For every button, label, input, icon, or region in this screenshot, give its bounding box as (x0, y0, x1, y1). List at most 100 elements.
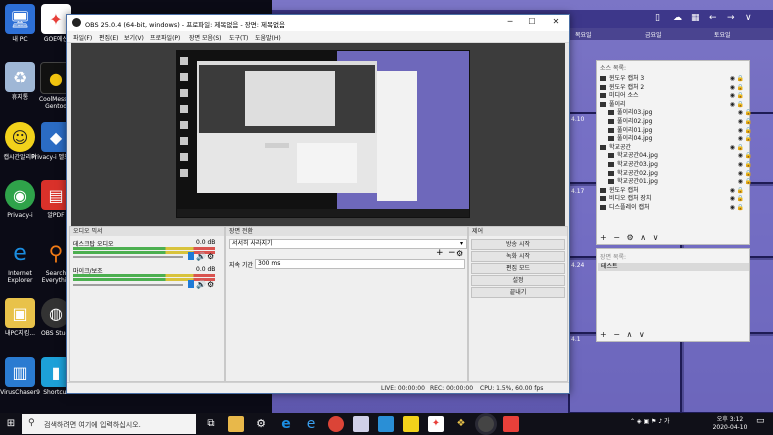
eye-icon[interactable]: ◉ (730, 187, 735, 196)
desktop-audio-fader-handle[interactable] (188, 252, 194, 260)
sticky-notes-icon[interactable] (403, 416, 419, 432)
tray-icons[interactable]: ⌃ ◈ ▣ ⚑ ♪ 가 (630, 416, 670, 425)
menu-help[interactable]: 도움말(H) (255, 33, 281, 42)
mic-audio-slider[interactable] (73, 284, 183, 286)
mic-audio-fader-handle[interactable] (188, 280, 194, 288)
lock-icon[interactable]: 🔒 (745, 118, 752, 127)
back-arrow-icon[interactable]: ← (709, 13, 717, 23)
lock-icon[interactable]: 🔒 (745, 178, 752, 187)
source-item[interactable]: 학교공간03.jpg ◉ 🔒 (600, 161, 754, 170)
obs-titlebar[interactable]: OBS 25.0.4 (64-bit, windows) - 프로파일: 제목없… (67, 15, 569, 31)
lock-icon[interactable]: 🔒 (737, 75, 744, 84)
eye-icon[interactable]: ◉ (738, 178, 743, 187)
speaker-icon[interactable]: 🔊 (196, 252, 206, 261)
lock-icon[interactable]: 🔒 (737, 144, 744, 153)
taskbar-search[interactable]: ⚲ 검색하려면 여기에 입력하십시오. (22, 414, 196, 434)
app2-icon[interactable]: ❖ (453, 416, 469, 432)
start-recording-button[interactable]: 녹화 시작 (471, 251, 565, 262)
lock-icon[interactable]: 🔒 (737, 92, 744, 101)
obs-icon[interactable] (478, 416, 494, 432)
menu-profile[interactable]: 프로파일(P) (150, 33, 180, 42)
forward-arrow-icon[interactable]: → (727, 13, 735, 23)
eye-icon[interactable]: ◉ (738, 118, 743, 127)
phone-icon[interactable]: ▯ (655, 13, 660, 23)
lock-icon[interactable]: 🔒 (737, 101, 744, 110)
calendar-icon[interactable]: ▦ (691, 13, 700, 23)
gear-icon[interactable]: ⚙ (207, 280, 214, 289)
windows-start-icon[interactable]: ⊞ (0, 413, 22, 435)
source-item[interactable]: 학교공간04.jpg ◉ 🔒 (600, 152, 754, 161)
remove-transition-button[interactable]: − (448, 248, 456, 258)
menu-scene-collection[interactable]: 장면 모음(S) (189, 33, 221, 42)
eye-icon[interactable]: ◉ (730, 92, 735, 101)
source-item[interactable]: 디스플레이 캡처 ◉ 🔒 (600, 204, 746, 213)
gear-icon[interactable]: ⚙ (456, 249, 463, 258)
start-streaming-button[interactable]: 방송 시작 (471, 239, 565, 250)
source-item[interactable]: 풀이리04.jpg ◉ 🔒 (600, 135, 754, 144)
lock-icon[interactable]: 🔒 (745, 152, 752, 161)
source-item[interactable]: 풀이리01.jpg ◉ 🔒 (600, 127, 754, 136)
lock-icon[interactable]: 🔒 (745, 135, 752, 144)
settings-icon[interactable]: ⚙ (253, 416, 269, 432)
cloud-icon[interactable]: ☁ (673, 13, 682, 23)
menu-tools[interactable]: 도구(T) (229, 33, 248, 42)
app-icon[interactable] (378, 416, 394, 432)
speaker-icon[interactable]: 🔊 (196, 280, 206, 289)
eye-icon[interactable]: ◉ (738, 152, 743, 161)
source-item[interactable]: 윈도우 캡처 2 ◉ 🔒 (600, 84, 746, 93)
exit-button[interactable]: 끝내기 (471, 287, 565, 298)
menu-file[interactable]: 파일(F) (73, 33, 92, 42)
eye-icon[interactable]: ◉ (730, 101, 735, 110)
source-item[interactable]: 미디어 소스 ◉ 🔒 (600, 92, 746, 101)
eye-icon[interactable]: ◉ (730, 195, 735, 204)
source-item[interactable]: 풀이리03.jpg ◉ 🔒 (600, 109, 754, 118)
menu-edit[interactable]: 편집(E) (99, 33, 119, 42)
source-item[interactable]: 풀이리02.jpg ◉ 🔒 (600, 118, 754, 127)
gear-icon[interactable]: ⚙ (207, 252, 214, 261)
minimize-button[interactable]: ─ (499, 17, 521, 29)
eye-icon[interactable]: ◉ (738, 161, 743, 170)
close-button[interactable]: ✕ (545, 17, 567, 29)
notification-icon[interactable]: ▭ (756, 416, 765, 426)
maximize-button[interactable]: ☐ (521, 17, 543, 29)
source-item[interactable]: 학교공간01.jpg ◉ 🔒 (600, 178, 754, 187)
eye-icon[interactable]: ◉ (730, 75, 735, 84)
task-view-icon[interactable]: ⧉ (203, 416, 219, 432)
eye-icon[interactable]: ◉ (730, 204, 735, 213)
preview-area[interactable] (71, 43, 565, 231)
lock-icon[interactable]: 🔒 (737, 195, 744, 204)
calendar-cell[interactable] (680, 332, 773, 413)
eye-icon[interactable]: ◉ (730, 84, 735, 93)
source-item[interactable]: 비디오 캡처 장치 ◉ 🔒 (600, 195, 746, 204)
source-item[interactable]: 윈도우 캡처 3 ◉ 🔒 (600, 75, 746, 84)
menu-view[interactable]: 보기(V) (124, 33, 144, 42)
lock-icon[interactable]: 🔒 (737, 204, 744, 213)
eye-icon[interactable]: ◉ (738, 109, 743, 118)
paint-icon[interactable] (353, 416, 369, 432)
ie-icon[interactable]: e (303, 416, 319, 432)
eye-icon[interactable]: ◉ (730, 144, 735, 153)
lock-icon[interactable]: 🔒 (745, 109, 752, 118)
desktop-audio-slider[interactable] (73, 256, 183, 258)
source-item[interactable]: 학교공간02.jpg ◉ 🔒 (600, 170, 754, 179)
settings-button[interactable]: 설정 (471, 275, 565, 286)
lock-icon[interactable]: 🔒 (745, 127, 752, 136)
studio-mode-button[interactable]: 편집 모드 (471, 263, 565, 274)
scene-item-selected[interactable]: 테스트 (598, 263, 749, 271)
eye-icon[interactable]: ◉ (738, 127, 743, 136)
goe-icon[interactable]: ✦ (428, 416, 444, 432)
add-transition-button[interactable]: + (436, 248, 444, 258)
file-explorer-icon[interactable] (228, 416, 244, 432)
sources-controls[interactable]: + − ⚙ ∧ ∨ (600, 233, 660, 242)
lock-icon[interactable]: 🔒 (745, 161, 752, 170)
eye-icon[interactable]: ◉ (738, 135, 743, 144)
app3-icon[interactable] (503, 416, 519, 432)
edge-icon[interactable]: e (278, 416, 294, 432)
obs-window[interactable]: OBS 25.0.4 (64-bit, windows) - 프로파일: 제목없… (66, 14, 570, 394)
chevron-down-icon[interactable]: ∨ (745, 13, 752, 23)
eye-icon[interactable]: ◉ (738, 170, 743, 179)
duration-input[interactable]: 300 ms (255, 259, 465, 269)
lock-icon[interactable]: 🔒 (737, 84, 744, 93)
transition-select[interactable]: 서서히 사라지기 ▾ (229, 239, 467, 249)
lock-icon[interactable]: 🔒 (745, 170, 752, 179)
